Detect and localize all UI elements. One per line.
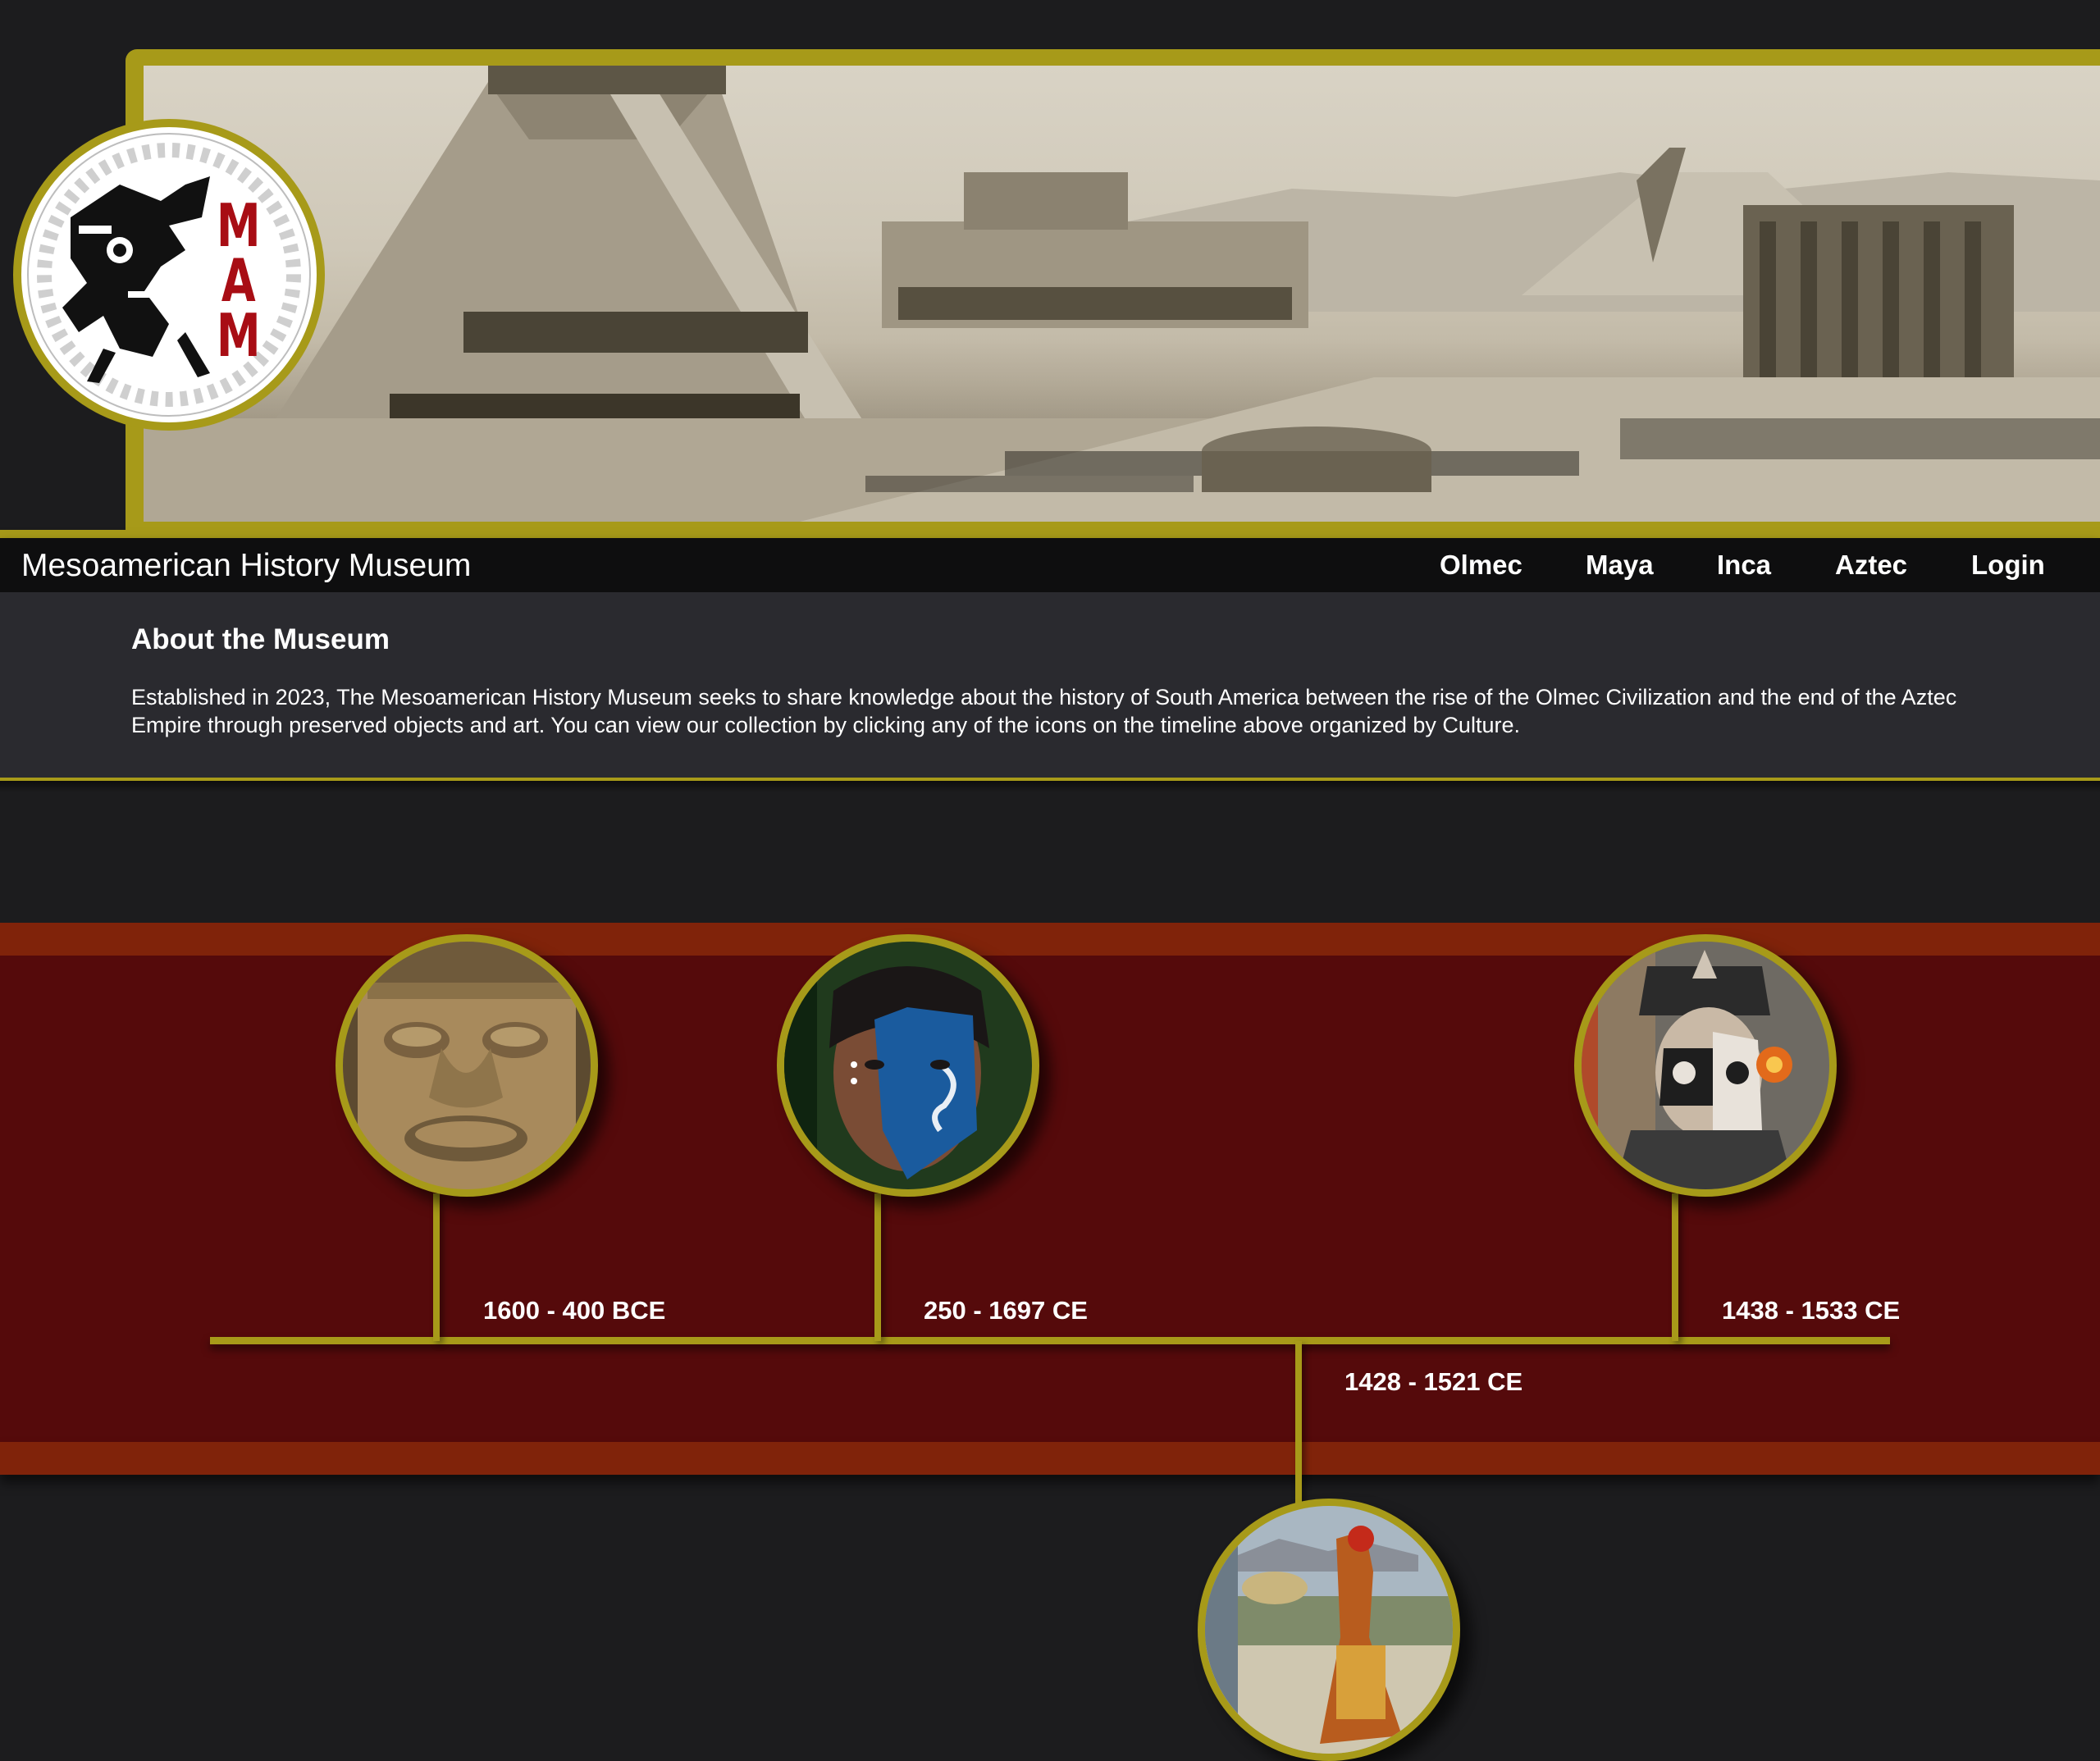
date-label-maya: 250 - 1697 CE [924,1296,1088,1325]
about-shadow [0,781,2100,792]
nav-login[interactable]: Login [1971,546,2045,584]
site-title[interactable]: Mesoamerican History Museum [21,545,471,587]
about-body: Established in 2023, The Mesoamerican Hi… [131,685,1957,737]
maya-face-paint-icon [784,942,1032,1189]
timeline-medallion-maya[interactable] [777,934,1039,1197]
svg-text:M: M [217,302,261,371]
timeline-band-top [0,923,2100,956]
aztec-dancer-icon [1582,942,1829,1189]
date-label-olmec: 1600 - 400 BCE [483,1296,666,1325]
nav-top-rule [0,530,2100,538]
date-label-inca: 1428 - 1521 CE [1344,1367,1523,1396]
timeline-stem-inca [1295,1341,1302,1505]
museum-logo[interactable]: M A M [13,119,325,431]
olmec-head-icon [343,942,591,1189]
date-label-aztec: 1438 - 1533 CE [1722,1296,1901,1325]
timeline-medallion-olmec[interactable] [336,934,598,1197]
hero-banner-image [144,66,2100,522]
nav-maya[interactable]: Maya [1586,546,1654,584]
timeline-medallion-aztec[interactable] [1574,934,1837,1197]
timeline-axis [210,1337,1890,1344]
timeline-medallion-inca[interactable] [1198,1499,1460,1761]
timeline-stem-olmec [433,1193,440,1341]
nav-olmec[interactable]: Olmec [1440,546,1522,584]
about-heading: About the Museum [131,623,390,655]
timeline-stem-maya [874,1193,881,1341]
inca-painting-icon [1205,1506,1453,1754]
timeline-band-bottom [0,1442,2100,1475]
nav-inca[interactable]: Inca [1717,546,1771,584]
nav-aztec[interactable]: Aztec [1835,546,1907,584]
timeline-stem-aztec [1672,1193,1678,1341]
